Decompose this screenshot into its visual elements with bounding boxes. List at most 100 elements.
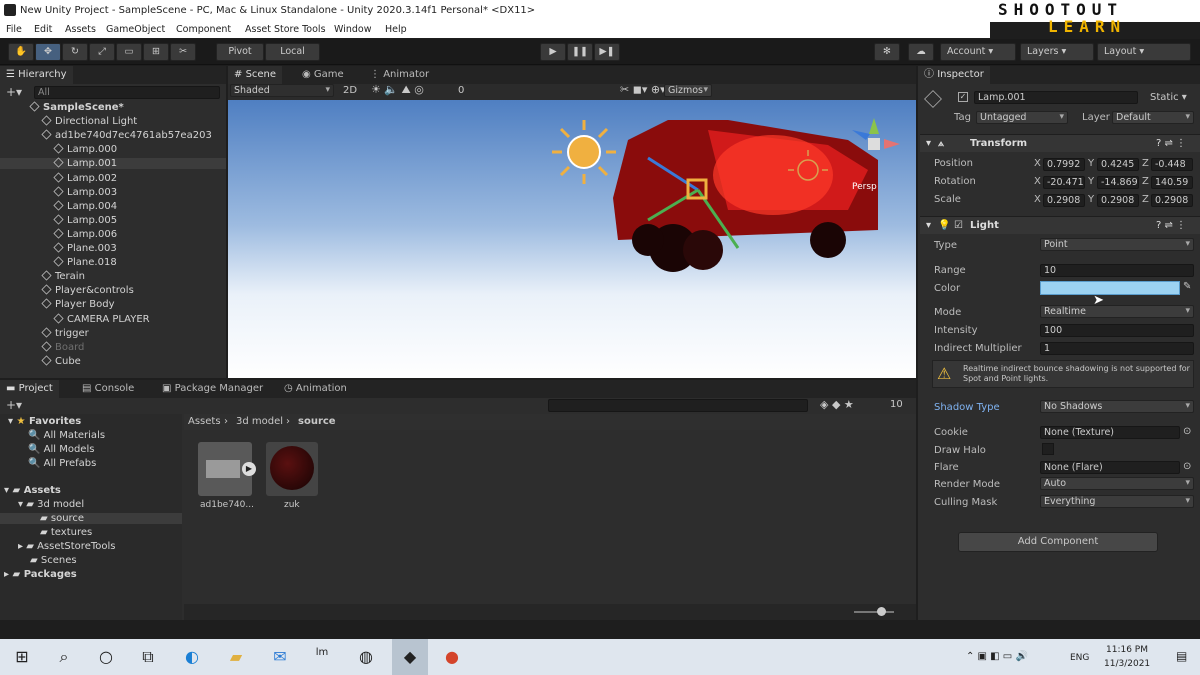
hierarchy-item[interactable]: Player&controls — [0, 284, 226, 296]
folder-item[interactable]: ▾ ▰ 3d model — [18, 499, 84, 510]
mail-icon[interactable]: ✉ — [268, 647, 292, 666]
add-icon[interactable]: +▾ — [6, 85, 22, 99]
static-toggle[interactable]: Static ▾ — [1150, 92, 1187, 103]
app-icon[interactable]: lm — [310, 647, 334, 658]
type-dropdown[interactable]: Point — [1040, 238, 1194, 251]
hierarchy-item[interactable]: Lamp.000 — [0, 143, 226, 155]
hierarchy-item[interactable]: Plane.018 — [0, 256, 226, 268]
intensity-field[interactable]: 100 — [1040, 324, 1194, 337]
hierarchy-search-input[interactable]: All — [34, 86, 220, 99]
shadow-type-dropdown[interactable]: No Shadows — [1040, 400, 1194, 413]
hierarchy-item[interactable]: Player Body — [0, 298, 226, 310]
filter-icons[interactable]: ◈ ◆ ★ — [820, 398, 854, 411]
flare-field[interactable]: None (Flare) — [1040, 461, 1180, 474]
folder-item-selected[interactable]: ▰ source — [0, 513, 182, 524]
folder-item[interactable]: ▰ textures — [40, 527, 92, 538]
language-indicator[interactable]: ENG — [1070, 653, 1089, 663]
render-mode-dropdown[interactable]: Auto — [1040, 477, 1194, 490]
edge-icon[interactable]: ◐ — [180, 647, 204, 666]
object-picker-icon[interactable]: ⊙ — [1183, 461, 1191, 472]
layout-dropdown[interactable]: Layout ▾ — [1097, 43, 1191, 61]
light-enabled-checkbox[interactable]: ☑ — [954, 217, 963, 235]
tag-dropdown[interactable]: Untagged — [976, 111, 1068, 124]
play-icon[interactable]: ▶ — [540, 43, 566, 61]
tab-animation[interactable]: ◷ Animation — [278, 380, 353, 398]
move-tool-icon[interactable]: ✥ — [35, 43, 61, 61]
add-component-button[interactable]: Add Component — [958, 532, 1158, 552]
cookie-field[interactable]: None (Texture) — [1040, 426, 1180, 439]
layers-dropdown[interactable]: Layers ▾ — [1020, 43, 1094, 61]
range-field[interactable]: 10 — [1040, 264, 1194, 277]
transform-y-field[interactable]: -14.869 — [1097, 176, 1139, 189]
local-toggle[interactable]: Local — [265, 43, 320, 61]
hierarchy-item[interactable]: Lamp.004 — [0, 200, 226, 212]
account-dropdown[interactable]: Account ▾ — [940, 43, 1016, 61]
hierarchy-item[interactable]: Lamp.002 — [0, 171, 226, 184]
transform-x-field[interactable]: -20.471 — [1043, 176, 1085, 189]
collab-icon[interactable]: ✻ — [874, 43, 900, 61]
mode-2d-button[interactable]: 2D — [343, 85, 357, 96]
hand-tool-icon[interactable]: ✋ — [8, 43, 34, 61]
hierarchy-item[interactable]: CAMERA PLAYER — [0, 312, 226, 325]
tab-console[interactable]: ▤ Console — [76, 380, 140, 398]
pivot-toggle[interactable]: Pivot — [216, 43, 264, 61]
object-picker-icon[interactable]: ⊙ — [1183, 426, 1191, 437]
transform-x-field[interactable]: 0.2908 — [1043, 194, 1085, 207]
search-icon[interactable]: ⌕ — [52, 647, 76, 667]
hierarchy-item[interactable]: Plane.003 — [0, 242, 226, 254]
favorites-header[interactable]: ▾ ★ Favorites — [8, 416, 81, 427]
transform-z-field[interactable]: 0.2908 — [1151, 194, 1193, 207]
expand-icon[interactable]: ▶ — [242, 462, 256, 476]
gizmos-dropdown[interactable]: Gizmos — [664, 84, 712, 97]
menu-component[interactable]: Component — [176, 24, 231, 35]
rect-tool-icon[interactable]: ▭ — [116, 43, 142, 61]
tab-animator[interactable]: ⋮ Animator — [364, 66, 435, 84]
scale-tool-icon[interactable]: ⤢ — [89, 43, 115, 61]
menu-assets[interactable]: Assets — [65, 24, 96, 35]
hierarchy-item[interactable]: trigger — [0, 327, 226, 339]
menu-asset-store-tools[interactable]: Asset Store Tools — [245, 24, 326, 35]
component-menu-icon[interactable]: ? ⇌ ⋮ — [1156, 217, 1186, 235]
unity-hub-icon[interactable]: ◍ — [354, 647, 378, 666]
scene-lighting-icon[interactable]: ☀ 🔈 ⛰ ◎ — [371, 83, 424, 97]
hierarchy-item[interactable]: Lamp.005 — [0, 214, 226, 226]
menu-window[interactable]: Window — [334, 24, 371, 35]
clock-time[interactable]: 11:16 PM — [1106, 645, 1148, 655]
task-view-icon[interactable]: ⧉ — [136, 647, 160, 667]
object-name-field[interactable]: Lamp.001 — [974, 91, 1138, 104]
culling-mask-dropdown[interactable]: Everything — [1040, 495, 1194, 508]
tab-game[interactable]: ◉ Game — [296, 66, 350, 84]
cortana-icon[interactable]: ○ — [94, 647, 118, 666]
tab-package-manager[interactable]: ▣ Package Manager — [156, 380, 269, 398]
step-icon[interactable]: ▶❚ — [594, 43, 620, 61]
transform-x-field[interactable]: 0.7992 — [1043, 158, 1085, 171]
folder-item[interactable]: ▸ ▰ AssetStoreTools — [18, 541, 115, 552]
mode-dropdown[interactable]: Realtime — [1040, 305, 1194, 318]
cloud-icon[interactable]: ☁ — [908, 43, 934, 61]
active-checkbox[interactable]: ✓ — [958, 92, 968, 102]
slider-handle[interactable] — [877, 607, 886, 616]
layer-dropdown[interactable]: Default — [1112, 111, 1194, 124]
transform-z-field[interactable]: 140.59 — [1151, 176, 1193, 189]
draw-halo-checkbox[interactable] — [1042, 443, 1054, 455]
unity-editor-icon[interactable]: ◆ — [392, 639, 428, 675]
menu-help[interactable]: Help — [385, 24, 407, 35]
favorite-item[interactable]: 🔍 All Models — [28, 444, 94, 455]
breadcrumb-item[interactable]: source — [298, 416, 336, 427]
hierarchy-item[interactable]: Lamp.003 — [0, 186, 226, 198]
clock-date[interactable]: 11/3/2021 — [1104, 659, 1150, 669]
favorite-item[interactable]: 🔍 All Materials — [28, 430, 105, 441]
shading-mode-dropdown[interactable]: Shaded — [230, 84, 334, 97]
transform-header[interactable]: ▾ ⟑ Transform ? ⇌ ⋮ — [920, 134, 1200, 152]
packages-folder[interactable]: ▸ ▰ Packages — [4, 569, 77, 580]
start-icon[interactable]: ⊞ — [10, 647, 34, 666]
transform-y-field[interactable]: 0.4245 — [1097, 158, 1139, 171]
custom-tool-icon[interactable]: ✂ — [170, 43, 196, 61]
light-header[interactable]: ▾ 💡 ☑ Light ? ⇌ ⋮ — [920, 216, 1200, 234]
eyedropper-icon[interactable]: ✎ — [1183, 281, 1191, 292]
hierarchy-item[interactable]: Lamp.006 — [0, 228, 226, 240]
pause-icon[interactable]: ❚❚ — [567, 43, 593, 61]
color-swatch[interactable] — [1040, 281, 1180, 295]
menu-edit[interactable]: Edit — [34, 24, 52, 35]
material-thumbnail[interactable] — [266, 442, 318, 496]
